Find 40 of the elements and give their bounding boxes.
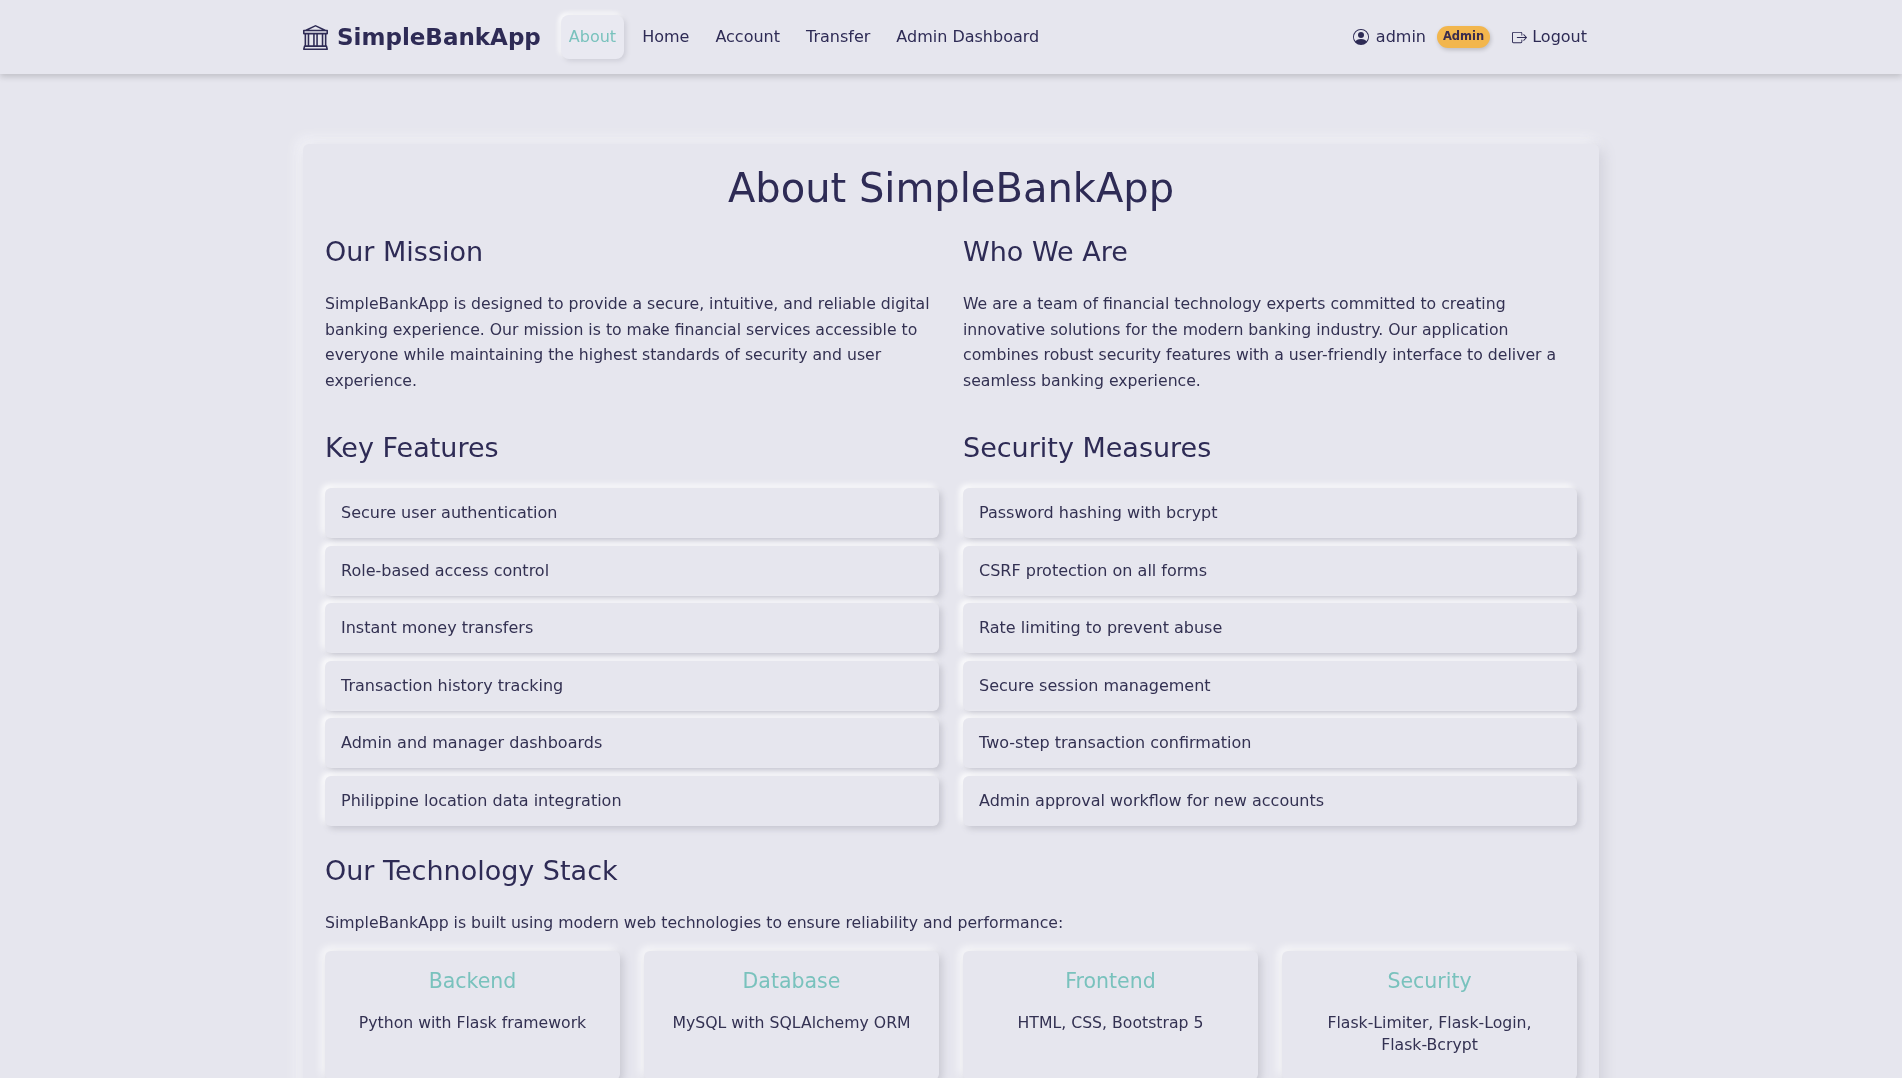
list-item: Admin and manager dashboards [325, 718, 939, 769]
list-item: Password hashing with bcrypt [963, 488, 1577, 538]
section-heading: Our Mission [325, 235, 485, 269]
brand-name[interactable]: SimpleBankApp [337, 19, 541, 55]
section-paragraph: We are a team of financial technology experts committed to creating innovative solutions for the modern banking industry. Our application combines robust security features with a user-friendly interface to deliver a seamless banking experience. [963, 293, 1558, 392]
logout-link[interactable]: Logout [1512, 25, 1587, 49]
list-item: Two-step transaction confirmation [963, 718, 1577, 769]
nav-link[interactable]: Transfer [798, 15, 879, 59]
list-item: Philippine location data integration [325, 775, 939, 826]
section-heading: Key Features [325, 431, 500, 465]
nav-link[interactable]: Home [634, 15, 698, 59]
section-paragraph: SimpleBankApp is designed to provide a secure, intuitive, and reliable digital banking experience. Our mission is to make financial services accessible to everyone while maintaining the highest standards of security and user experience. [325, 293, 931, 392]
list-item: Instant money transfers [325, 603, 939, 654]
list-item: Role-based access control [325, 545, 939, 596]
list-item: Rate limiting to prevent abuse [963, 603, 1577, 654]
section-heading: Security Measures [963, 431, 1213, 465]
tech-card-title: Security [1386, 968, 1473, 995]
tech-card-text: Flask-Limiter, Flask-Login, Flask-Bcrypt [1326, 1012, 1533, 1057]
list-item: CSRF protection on all forms [963, 545, 1577, 596]
tech-card-text: HTML, CSS, Bootstrap 5 [1016, 1012, 1205, 1035]
list-item: Secure session management [963, 660, 1577, 711]
nav-link[interactable]: Admin Dashboard [888, 15, 1048, 59]
list-item: Transaction history tracking [325, 660, 939, 711]
role-badge: Admin [1436, 26, 1491, 48]
section-paragraph: SimpleBankApp is built using modern web technologies to ensure reliability and performance: [325, 911, 1065, 934]
page-title: About SimpleBankApp [726, 164, 1176, 212]
tech-card-text: Python with Flask framework [357, 1012, 588, 1035]
tech-card-title: Database [741, 968, 842, 995]
nav-link[interactable]: Account [707, 15, 788, 59]
user-avatar-icon [1352, 29, 1369, 45]
tech-card-title: Backend [427, 968, 518, 995]
username: admin [1375, 26, 1426, 48]
bank-icon [303, 24, 328, 50]
tech-card-text: MySQL with SQLAlchemy ORM [671, 1012, 912, 1035]
list-item: Admin approval workflow for new accounts [963, 775, 1577, 826]
tech-card-title: Frontend [1064, 968, 1157, 995]
list-item: Secure user authentication [325, 488, 939, 538]
section-heading: Who We Are [963, 235, 1129, 269]
logout-icon [1512, 29, 1528, 45]
section-heading: Our Technology Stack [325, 853, 619, 888]
